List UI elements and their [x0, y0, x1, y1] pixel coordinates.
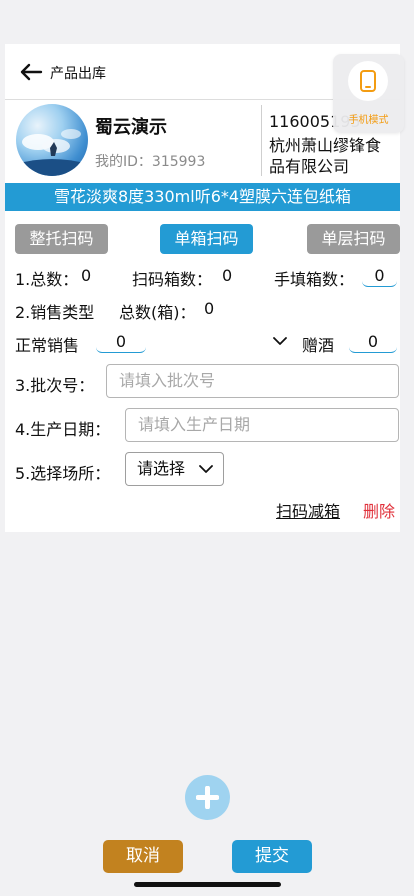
mode-icon-circle — [348, 61, 388, 101]
location-select[interactable]: 请选择 — [125, 452, 224, 486]
tab-single-box-scan[interactable]: 单箱扫码 — [160, 224, 253, 254]
gift-wine-input[interactable]: 0 — [349, 332, 397, 353]
divider — [261, 105, 262, 176]
scan-reduce-link[interactable]: 扫码减箱 — [276, 498, 340, 522]
scanned-boxes-label: 扫码箱数： — [132, 270, 213, 289]
total-boxes-value: 0 — [204, 299, 215, 318]
phone-mode-label: 手机模式 — [348, 115, 389, 126]
company-name: 蜀云演示 — [95, 117, 167, 138]
outbound-form-card: 蜀云演示 我的ID：315993 116005195 杭州萧山缪锋食品有限公司 … — [5, 100, 400, 532]
user-id: 我的ID：315993 — [95, 154, 206, 170]
location-select-value: 请选择 — [137, 459, 186, 478]
production-date-label: 4.生产日期： — [15, 420, 111, 439]
cancel-button[interactable]: 取消 — [103, 840, 183, 873]
manual-boxes-label: 手填箱数： — [274, 270, 355, 289]
delete-link[interactable]: 删除 — [363, 498, 395, 522]
back-arrow-icon[interactable] — [19, 63, 43, 81]
total-value: 0 — [81, 266, 92, 285]
shop-name: 杭州萧山缪锋食品有限公司 — [269, 136, 382, 176]
normal-sales-input[interactable]: 0 — [96, 332, 146, 353]
phone-mode-toggle[interactable]: 手机模式 — [333, 54, 404, 133]
tab-layer-scan[interactable]: 单层扫码 — [307, 224, 400, 254]
normal-sales-label: 正常销售 — [15, 336, 80, 355]
chevron-down-icon — [199, 465, 213, 473]
production-date-placeholder: 请填入生产日期 — [138, 415, 251, 434]
plus-icon — [196, 786, 219, 809]
tab-pallet-scan[interactable]: 整托扫码 — [15, 224, 108, 254]
batch-number-label: 3.批次号： — [15, 376, 95, 395]
avatar-sky-image — [16, 129, 88, 176]
gift-wine-label: 赠酒 — [302, 336, 335, 355]
scanned-boxes-value: 0 — [222, 266, 233, 285]
location-label: 5.选择场所： — [15, 464, 111, 483]
add-button[interactable] — [185, 775, 230, 820]
product-name-banner: 雪花淡爽8度330ml听6*4塑膜六连包纸箱 — [5, 183, 400, 211]
avatar — [16, 104, 88, 176]
total-boxes-label: 总数(箱)： — [119, 303, 196, 322]
production-date-input[interactable]: 请填入生产日期 — [125, 408, 399, 442]
total-label: 1.总数： — [15, 270, 79, 289]
submit-button[interactable]: 提交 — [232, 840, 312, 873]
page-title: 产品出库 — [50, 66, 106, 82]
chevron-down-icon[interactable] — [273, 337, 287, 346]
home-indicator — [134, 882, 281, 887]
batch-number-input[interactable]: 请填入批次号 — [106, 364, 399, 398]
manual-boxes-input[interactable]: 0 — [362, 266, 397, 287]
batch-number-placeholder: 请填入批次号 — [119, 371, 216, 390]
sales-type-label: 2.销售类型 — [15, 303, 95, 322]
phone-icon — [360, 70, 376, 92]
